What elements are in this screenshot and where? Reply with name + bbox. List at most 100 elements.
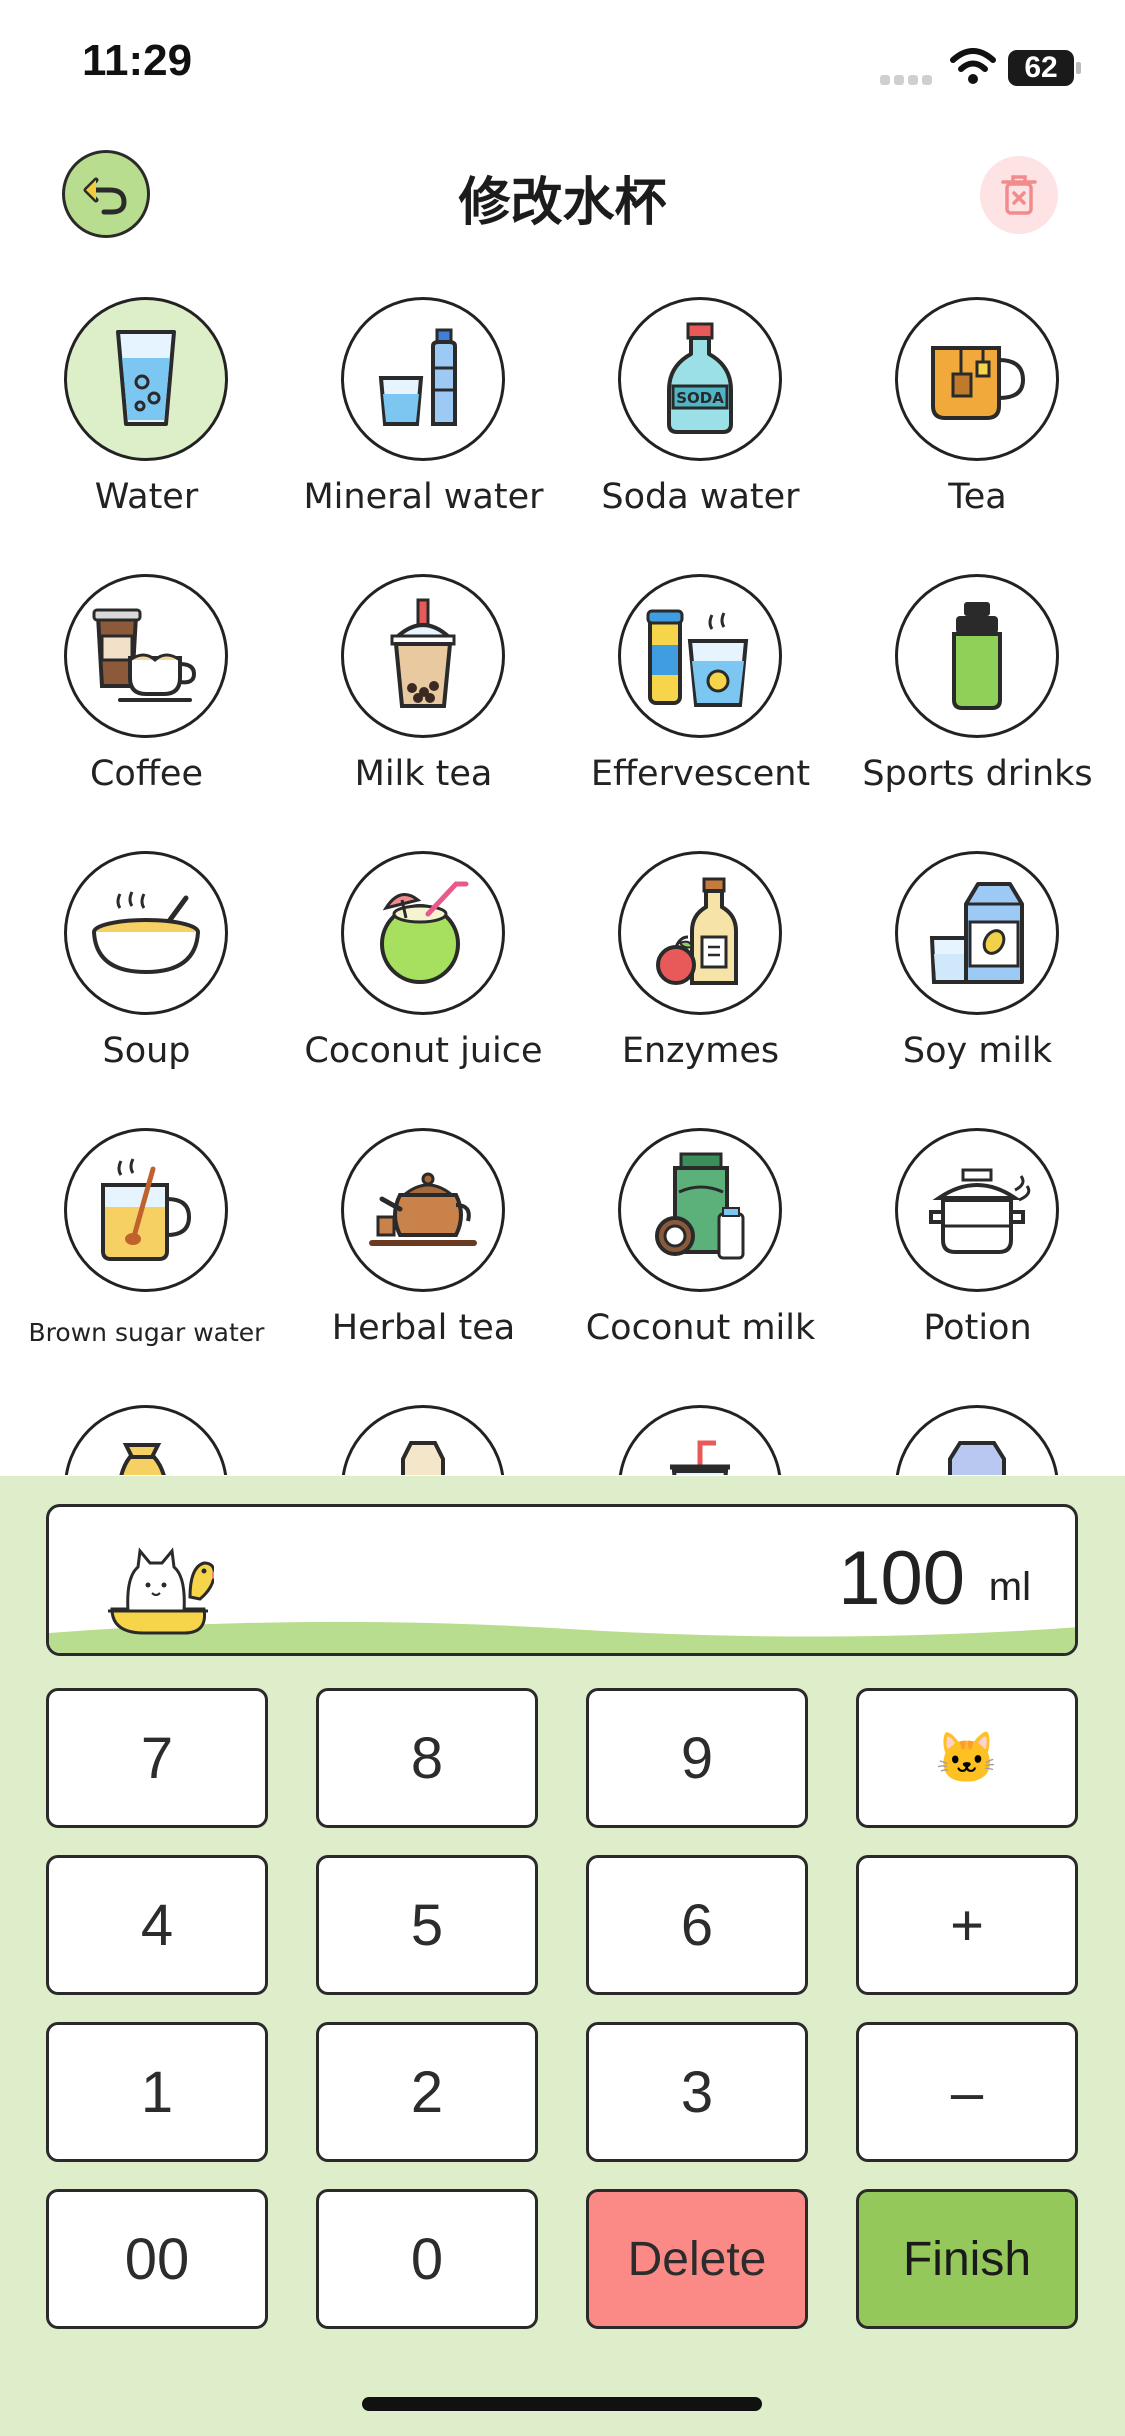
battery-icon: 62 <box>1008 50 1074 86</box>
page-title: 修改水杯 <box>458 173 667 233</box>
drink-icon-circle <box>64 1405 228 1475</box>
key-plus[interactable]: + <box>856 1855 1078 1995</box>
coconut-milk-icon <box>655 1152 745 1260</box>
drink-item-enzymes[interactable]: Enzymes <box>562 849 839 1089</box>
drink-item-coconut-milk[interactable]: Coconut milk <box>562 1126 839 1366</box>
key-00[interactable]: 00 <box>46 2189 268 2329</box>
key-0[interactable]: 0 <box>316 2189 538 2329</box>
drink-label: Sports drinks <box>862 754 1093 794</box>
drink-label: Effervescent <box>590 754 811 794</box>
soda-bottle-icon: SODA <box>667 322 733 434</box>
enzyme-bottle-icon <box>656 877 738 985</box>
key-minus[interactable]: – <box>856 2022 1078 2162</box>
drink-label: Coconut milk <box>585 1308 816 1348</box>
key-1[interactable]: 1 <box>46 2022 268 2162</box>
drink-icon-circle <box>341 851 505 1015</box>
drink-item-partial[interactable] <box>8 1403 285 1475</box>
drink-label: Brown sugar water <box>28 1318 265 1347</box>
drink-item-water[interactable]: Water <box>8 295 285 535</box>
drink-label: Coconut juice <box>304 1031 543 1071</box>
drink-icon-circle <box>341 297 505 461</box>
key-cat-emoji[interactable]: 🐱 <box>856 1688 1078 1828</box>
drink-item-sports-drinks[interactable]: Sports drinks <box>839 572 1116 812</box>
finish-button[interactable]: Finish <box>856 2189 1078 2329</box>
drink-icon-circle <box>64 297 228 461</box>
milk-carton-icon <box>401 1441 445 1475</box>
drink-item-partial[interactable] <box>562 1403 839 1475</box>
amount-unit: ml <box>988 1565 1031 1609</box>
brown-sugar-water-icon <box>101 1158 192 1261</box>
key-7[interactable]: 7 <box>46 1688 268 1828</box>
teapot-icon <box>369 1172 477 1246</box>
key-4[interactable]: 4 <box>46 1855 268 1995</box>
delete-button[interactable]: Delete <box>586 2189 808 2329</box>
drink-label: Coffee <box>89 754 204 794</box>
key-6[interactable]: 6 <box>586 1855 808 1995</box>
drink-label: Soda water <box>601 477 800 517</box>
key-5[interactable]: 5 <box>316 1855 538 1995</box>
drink-label: Tea <box>948 477 1007 517</box>
cellular-signal-icon <box>880 70 936 85</box>
trash-icon <box>1001 175 1037 215</box>
drink-item-coffee[interactable]: Coffee <box>8 572 285 812</box>
keypad-panel: 100 ml 7 8 9 🐱 4 5 6 + 1 2 3 – 00 0 Dele… <box>0 1476 1125 2436</box>
carton-icon <box>948 1441 1006 1475</box>
drink-icon-circle: SODA <box>618 297 782 461</box>
drink-icon-circle <box>341 1405 505 1475</box>
jug-icon <box>119 1443 166 1475</box>
amount-display: 100 ml <box>46 1504 1078 1656</box>
coconut-icon <box>380 881 469 984</box>
drink-icon-circle <box>618 1128 782 1292</box>
delete-cup-button[interactable] <box>980 156 1058 234</box>
drink-icon-circle <box>341 1128 505 1292</box>
drink-item-partial[interactable] <box>285 1403 562 1475</box>
drink-label: Soup <box>102 1031 191 1071</box>
drink-label: Mineral water <box>303 477 544 517</box>
drink-item-herbal-tea[interactable]: Herbal tea <box>285 1126 562 1366</box>
drink-icon-circle <box>895 1405 1059 1475</box>
cat-duck-mascot-icon <box>108 1547 214 1635</box>
drink-icon-circle <box>618 1405 782 1475</box>
status-bar: 11:29 62 <box>0 0 1125 130</box>
drink-item-brown-sugar-water[interactable]: Brown sugar water <box>8 1126 285 1366</box>
drink-icon-circle <box>64 574 228 738</box>
drink-item-soup[interactable]: Soup <box>8 849 285 1089</box>
effervescent-icon <box>646 609 749 707</box>
drink-item-soda-water[interactable]: SODA Soda water <box>562 295 839 535</box>
drink-label: Water <box>94 477 199 517</box>
bubble-milk-tea-icon <box>390 598 456 708</box>
tea-mug-icon <box>931 346 1026 420</box>
water-glass-icon <box>116 330 176 426</box>
home-indicator[interactable] <box>362 2397 762 2411</box>
key-8[interactable]: 8 <box>316 1688 538 1828</box>
coffee-icon <box>92 608 197 702</box>
drink-icon-circle <box>64 851 228 1015</box>
drink-item-effervescent[interactable]: Effervescent <box>562 572 839 812</box>
drink-item-soy-milk[interactable]: Soy milk <box>839 849 1116 1089</box>
drink-label: Soy milk <box>902 1031 1053 1071</box>
drink-label: Herbal tea <box>331 1308 516 1348</box>
drink-label: Enzymes <box>621 1031 780 1071</box>
key-2[interactable]: 2 <box>316 2022 538 2162</box>
drink-item-coconut-juice[interactable]: Coconut juice <box>285 849 562 1089</box>
soy-milk-icon <box>929 882 1024 984</box>
drink-item-potion[interactable]: Potion <box>839 1126 1116 1366</box>
drink-icon-circle <box>895 574 1059 738</box>
cup-straw-icon <box>670 1440 730 1475</box>
drink-item-partial[interactable] <box>839 1403 1116 1475</box>
drink-icon-circle <box>895 1128 1059 1292</box>
drink-icon-circle <box>341 574 505 738</box>
amount-value: 100 <box>838 1536 965 1621</box>
key-3[interactable]: 3 <box>586 2022 808 2162</box>
mineral-water-icon <box>378 328 457 426</box>
drink-label: Potion <box>923 1308 1032 1348</box>
drink-icon-circle <box>895 297 1059 461</box>
drink-item-mineral-water[interactable]: Mineral water <box>285 295 562 535</box>
drink-grid: Water Mineral water SODA Soda water Tea … <box>0 295 1125 1475</box>
drink-item-milk-tea[interactable]: Milk tea <box>285 572 562 812</box>
soup-bowl-icon <box>92 891 200 975</box>
key-9[interactable]: 9 <box>586 1688 808 1828</box>
status-time: 11:29 <box>82 36 193 85</box>
drink-item-tea[interactable]: Tea <box>839 295 1116 535</box>
drink-label: Milk tea <box>354 754 493 794</box>
